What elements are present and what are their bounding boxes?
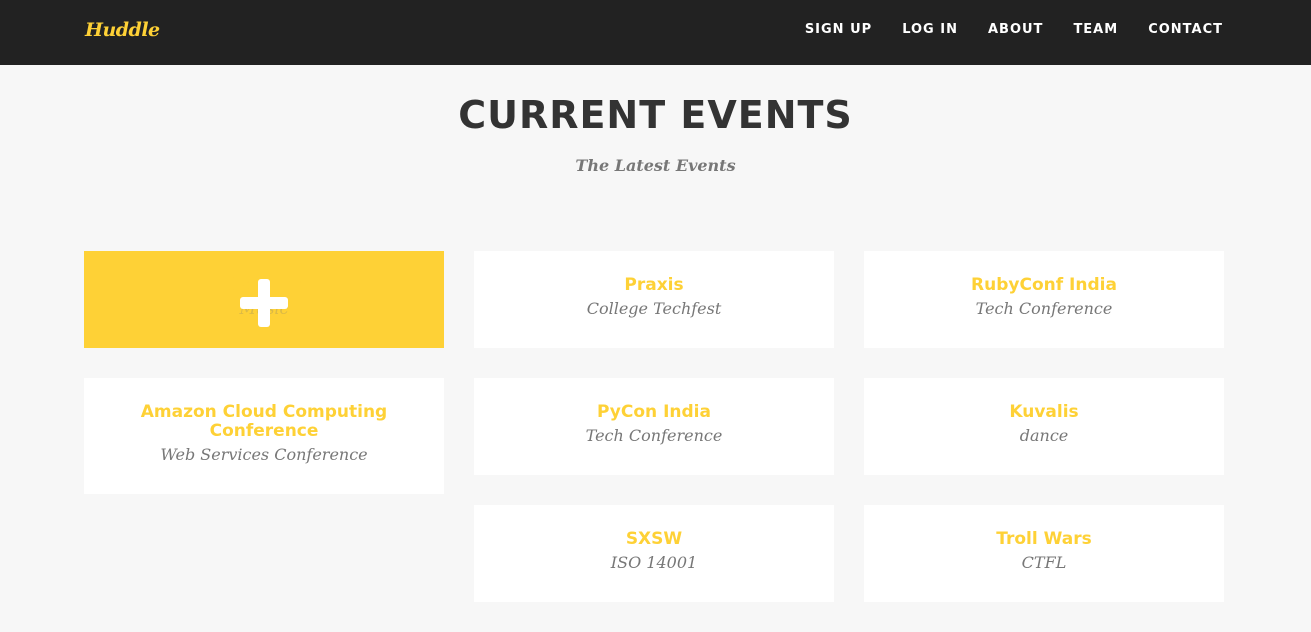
nav-links: SIGN UP LOG IN ABOUT TEAM CONTACT xyxy=(805,22,1223,37)
event-title: PyCon India xyxy=(597,402,711,422)
event-card-kuvalis[interactable]: Kuvalis dance xyxy=(864,378,1224,475)
event-title: Amazon Cloud Computing Conference xyxy=(140,402,388,441)
brand-logo[interactable]: Huddle xyxy=(85,19,160,41)
event-subtitle: Tech Conference xyxy=(585,426,723,445)
page-title: CURRENT EVENTS xyxy=(458,93,853,137)
event-title: Kuvalis xyxy=(1009,402,1079,422)
event-card-octaves[interactable]: Octaves Music xyxy=(84,251,444,348)
nav-about-link[interactable]: ABOUT xyxy=(988,22,1043,37)
event-subtitle: Tech Conference xyxy=(975,299,1113,318)
nav-login-link[interactable]: LOG IN xyxy=(902,22,958,37)
event-title: Troll Wars xyxy=(996,529,1092,549)
page-subtitle: The Latest Events xyxy=(575,156,736,175)
event-card-pycon-india[interactable]: PyCon India Tech Conference xyxy=(474,378,834,475)
event-subtitle: ISO 14001 xyxy=(610,553,698,572)
plus-icon xyxy=(240,279,288,327)
event-subtitle: dance xyxy=(1019,426,1069,445)
nav-signup-link[interactable]: SIGN UP xyxy=(805,22,872,37)
event-card-praxis[interactable]: Praxis College Techfest xyxy=(474,251,834,348)
event-subtitle: CTFL xyxy=(1021,553,1067,572)
event-title: RubyConf India xyxy=(971,275,1117,295)
event-title: SXSW xyxy=(625,529,683,549)
event-card-sxsw[interactable]: SXSW ISO 14001 xyxy=(474,505,834,602)
navbar: Huddle SIGN UP LOG IN ABOUT TEAM CONTACT xyxy=(0,0,1311,65)
event-subtitle: College Techfest xyxy=(586,299,722,318)
nav-contact-link[interactable]: CONTACT xyxy=(1148,22,1223,37)
event-title: Praxis xyxy=(624,275,684,295)
event-subtitle: Web Services Conference xyxy=(160,445,368,464)
event-card-troll-wars[interactable]: Troll Wars CTFL xyxy=(864,505,1224,602)
event-card-amazon-cloud[interactable]: Amazon Cloud Computing Conference Web Se… xyxy=(84,378,444,494)
nav-team-link[interactable]: TEAM xyxy=(1073,22,1118,37)
event-card-rubyconf-india[interactable]: RubyConf India Tech Conference xyxy=(864,251,1224,348)
